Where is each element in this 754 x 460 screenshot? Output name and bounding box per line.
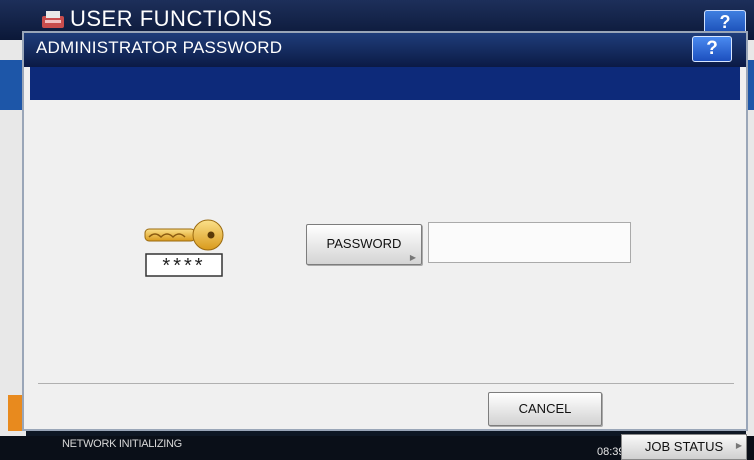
user-functions-logo-icon [42,11,64,28]
job-status-button[interactable]: JOB STATUS ▶ [621,434,747,460]
password-field[interactable] [428,222,631,263]
dialog-divider [38,383,734,384]
triangle-right-icon: ▶ [409,253,416,262]
triangle-right-icon: ▶ [735,441,742,450]
dialog-help-button[interactable]: ? [692,36,732,62]
password-button[interactable]: PASSWORD ▶ [306,224,422,265]
key-mask-text: **** [162,255,205,277]
administrator-password-dialog: ADMINISTRATOR PASSWORD ? **** PASSWORD ▶… [22,31,748,431]
background-title: USER FUNCTIONS [70,6,273,31]
dialog-title: ADMINISTRATOR PASSWORD [36,38,283,57]
dialog-header: ADMINISTRATOR PASSWORD ? [24,33,746,67]
status-message: NETWORK INITIALIZING [62,438,182,450]
dialog-info-band [30,67,740,100]
cancel-button[interactable]: CANCEL [488,392,602,426]
password-button-label: PASSWORD [326,236,402,251]
key-password-icon: **** [144,219,224,277]
job-status-label: JOB STATUS [644,439,724,454]
